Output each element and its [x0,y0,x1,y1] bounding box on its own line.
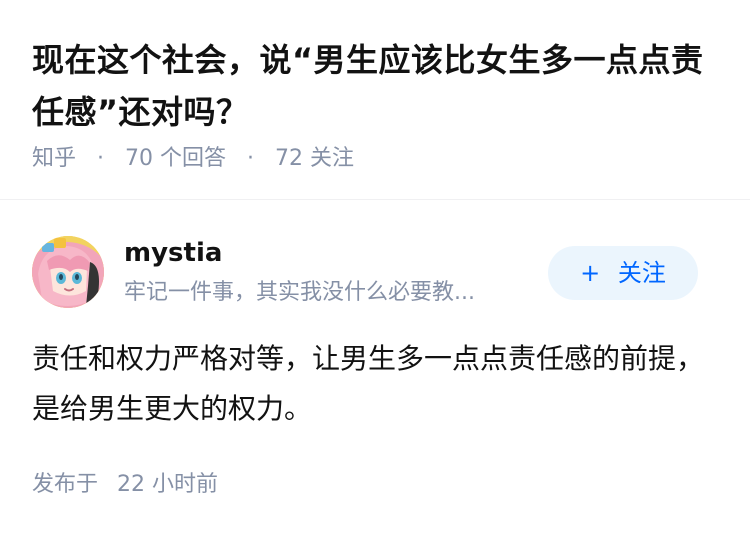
question-meta: 知乎 · 70 个回答 · 72 关注 [32,142,354,176]
followers-label: 关注 [310,146,355,171]
plus-icon: + [580,259,601,287]
author-headline: 牢记一件事，其实我没什么必要教... [124,280,475,305]
author-name[interactable]: mystia [124,236,222,270]
answer-time: 发布于 22 小时前 [32,468,218,502]
answers-label[interactable]: 个回答 [160,146,226,171]
answer-content[interactable]: 责任和权力严格对等，让男生多一点点责任感的前提，是给男生更大的权力。 [32,334,712,434]
source-label[interactable]: 知乎 [32,146,76,171]
publish-time: 22 小时前 [117,472,219,497]
avatar[interactable] [32,236,104,308]
meta-separator: · [247,146,255,171]
publish-label: 发布于 [32,472,99,497]
anime-girl-avatar-icon [32,236,104,308]
follow-button[interactable]: + 关注 [548,246,698,300]
follow-button-label: 关注 [617,259,666,287]
followers-count: 72 [275,146,304,171]
meta-separator: · [97,146,105,171]
question-header: 现在这个社会，说“男生应该比女生多一点点责任感”还对吗？ 知乎 · 70 个回答… [0,0,750,200]
answer-card: mystia 牢记一件事，其实我没什么必要教... + 关注 责任和权力严格对等… [0,200,750,538]
answers-count[interactable]: 70 [125,146,153,171]
question-title[interactable]: 现在这个社会，说“男生应该比女生多一点点责任感”还对吗？ [32,34,722,138]
